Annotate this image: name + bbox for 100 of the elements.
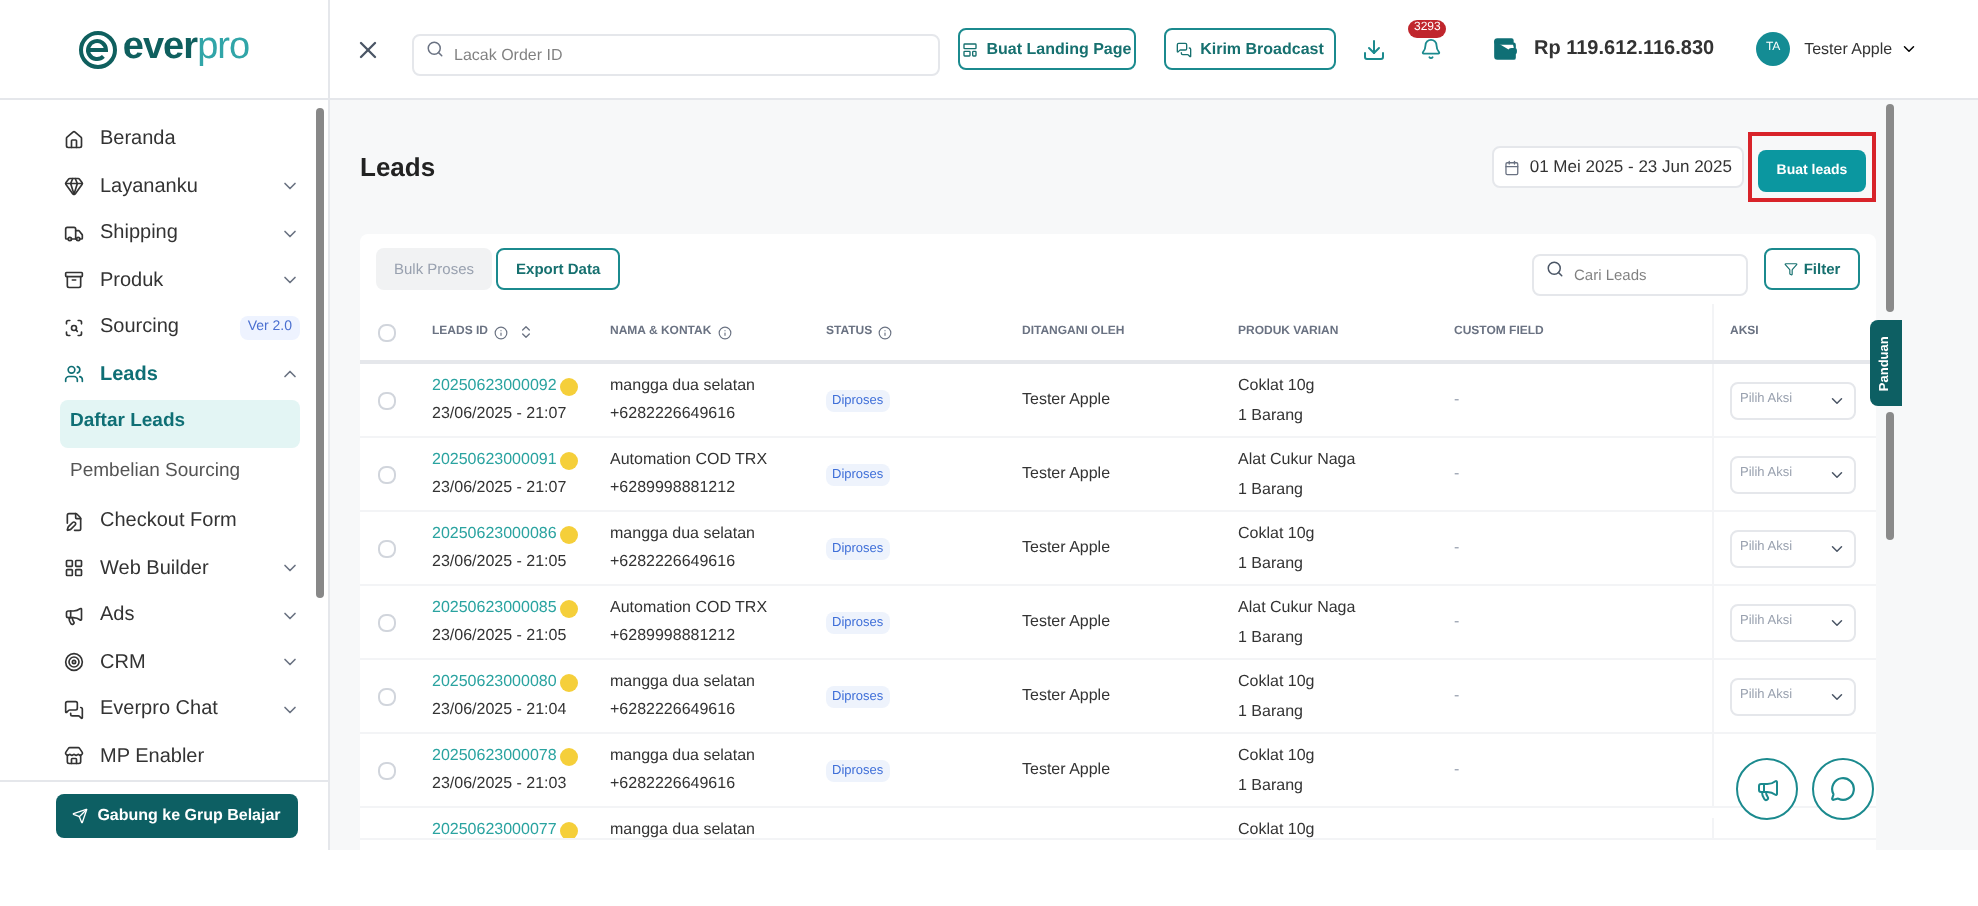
handler-name: Tester Apple [1022, 686, 1111, 704]
lead-time: 23/06/2025 - 21:05 [432, 550, 569, 574]
sidebar-item[interactable]: Web Builder [64, 545, 300, 592]
file-edit-icon [64, 511, 84, 532]
lead-id-link[interactable]: 20250623000086 [432, 522, 557, 546]
home-icon [64, 129, 84, 150]
contact-name: mangga dua selatan [610, 744, 757, 768]
contact-phone: +6282226649616 [610, 772, 738, 796]
badge-icon [560, 377, 579, 395]
send-icon [71, 808, 88, 824]
sidebar-item[interactable]: Shipping [64, 210, 300, 257]
chat-icon [1176, 41, 1193, 57]
contact-phone: +6282226649616 [610, 698, 738, 722]
product-name: Coklat 10g [1238, 521, 1317, 545]
wallet-icon [1492, 36, 1518, 62]
chevron-down-icon[interactable] [1900, 40, 1919, 58]
sidebar-item[interactable]: Beranda [64, 116, 300, 163]
row-checkbox[interactable] [378, 761, 396, 779]
chat-icon [64, 699, 84, 720]
sidebar-item[interactable]: Everpro Chat [64, 686, 300, 733]
header-button[interactable]: Kirim Broadcast [1164, 28, 1336, 70]
date-range-picker[interactable]: 01 Mei 2025 - 23 Jun 2025 [1492, 146, 1744, 188]
info-icon [717, 325, 732, 339]
user-name[interactable]: Tester Apple [1804, 37, 1893, 61]
handler-name: Tester Apple [1022, 760, 1111, 778]
row-checkbox[interactable] [378, 613, 396, 631]
order-search-field[interactable]: Lacak Order ID [412, 34, 940, 76]
store-icon [64, 746, 84, 767]
lead-id-link[interactable]: 20250623000080 [432, 670, 557, 694]
row-checkbox[interactable] [378, 391, 396, 409]
contact-name: mangga dua selatan [610, 670, 757, 694]
product-quantity: 1 Barang [1238, 551, 1305, 575]
lead-time: 23/06/2025 - 21:07 [432, 476, 569, 500]
row-checkbox[interactable] [378, 687, 396, 705]
lead-id-link[interactable]: 20250623000092 [432, 374, 557, 398]
product-quantity: 1 Barang [1238, 699, 1305, 723]
grid-icon [64, 558, 84, 579]
sidebar-item[interactable]: Ads [64, 592, 300, 639]
sidebar-item[interactable]: Produk [64, 257, 300, 304]
lead-time: 23/06/2025 - 21:05 [432, 624, 569, 648]
contact-name: mangga dua selatan [610, 818, 757, 838]
page-title: Leads [360, 149, 438, 186]
truck-icon [64, 223, 84, 244]
sidebar-item[interactable]: CRM [64, 639, 300, 686]
sidebar-item[interactable]: Checkout Form [64, 498, 300, 545]
custom-field: - [1454, 612, 1460, 630]
product-quantity: 1 Barang [1238, 403, 1305, 427]
badge-icon [560, 599, 579, 617]
lead-id-link[interactable]: 20250623000085 [432, 596, 557, 620]
scrollbar-thumb[interactable] [1886, 412, 1894, 540]
megaphone-icon [1755, 777, 1779, 801]
lead-time: 23/06/2025 - 21:04 [432, 698, 569, 722]
join-group-button[interactable]: Gabung ke Grup Belajar [55, 794, 297, 838]
badge-icon [560, 747, 579, 765]
handler-name: Tester Apple [1022, 390, 1111, 408]
download-icon[interactable] [1362, 37, 1386, 61]
product-quantity: 1 Barang [1238, 625, 1305, 649]
sidebar-item[interactable]: Leads [64, 351, 300, 398]
scrollbar-thumb[interactable] [316, 108, 324, 598]
contact-name: mangga dua selatan [610, 374, 757, 398]
users-icon [64, 364, 84, 385]
logo-icon [78, 29, 119, 69]
custom-field: - [1454, 538, 1460, 556]
lead-id-link[interactable]: 20250623000077 [432, 818, 557, 838]
balance-amount: Rp 119.612.116.830 [1534, 36, 1715, 64]
gem-icon [64, 176, 84, 197]
search-icon [426, 40, 444, 58]
select-all-checkbox[interactable] [378, 323, 396, 341]
product-name: Coklat 10g [1238, 743, 1317, 767]
badge-icon [560, 821, 579, 838]
lead-id-link[interactable]: 20250623000078 [432, 744, 557, 768]
scrollbar-thumb[interactable] [1886, 104, 1894, 312]
contact-phone: +6282226649616 [610, 550, 738, 574]
layout-icon [962, 41, 979, 57]
row-checkbox[interactable] [378, 539, 396, 557]
target-icon [64, 652, 84, 673]
contact-name: Automation COD TRX [610, 596, 770, 620]
custom-field: - [1454, 464, 1460, 482]
sidebar-item[interactable]: MP Enabler [64, 733, 300, 780]
filter-icon [1783, 262, 1798, 276]
info-icon [494, 325, 509, 339]
badge-icon [560, 451, 579, 469]
submenu-item[interactable]: Daftar Leads [60, 399, 300, 447]
contact-name: mangga dua selatan [610, 522, 757, 546]
bell-icon[interactable] [1420, 38, 1442, 60]
product-name: Coklat 10g [1238, 373, 1317, 397]
lead-id-link[interactable]: 20250623000091 [432, 448, 557, 472]
contact-phone: +6282226649616 [610, 402, 738, 426]
row-checkbox[interactable] [378, 465, 396, 483]
custom-field: - [1454, 760, 1460, 778]
calendar-icon [1504, 157, 1520, 177]
handler-name: Tester Apple [1022, 612, 1111, 630]
submenu-item[interactable]: Pembelian Sourcing [60, 449, 300, 497]
header-button[interactable]: Buat Landing Page [958, 28, 1136, 70]
product-name: Coklat 10g [1238, 669, 1317, 693]
sort-icon[interactable] [518, 324, 535, 340]
custom-field: - [1454, 686, 1460, 704]
product-name: Coklat 10g [1238, 818, 1317, 838]
lead-time: 23/06/2025 - 21:03 [432, 772, 569, 796]
sidebar-item[interactable]: Layananku [64, 163, 300, 210]
